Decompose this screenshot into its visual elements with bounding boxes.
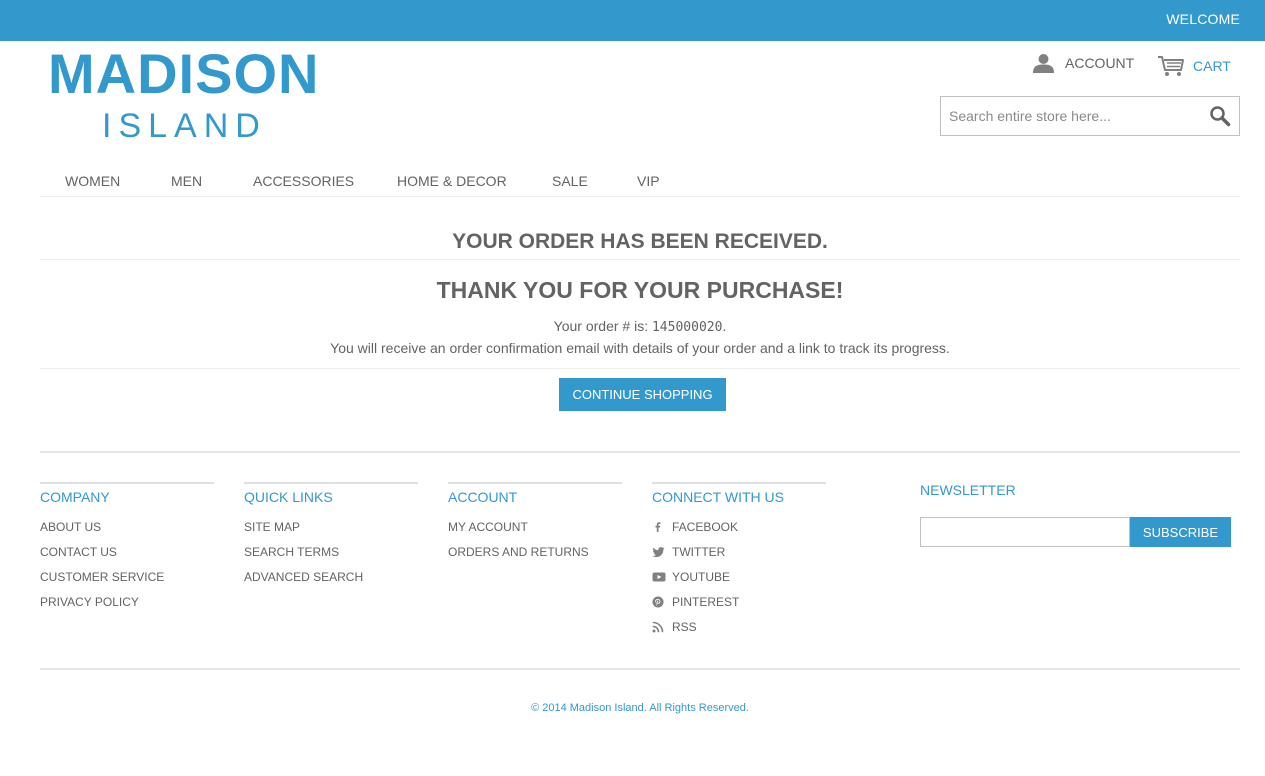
pinterest-label: PINTEREST <box>672 595 740 609</box>
facebook-icon <box>652 520 672 534</box>
footer-quick-links: QUICK LINKS SITE MAP SEARCH TERMS ADVANC… <box>244 482 418 595</box>
logo-line-1: MADISON <box>48 42 320 105</box>
welcome-message: WELCOME <box>1166 11 1240 27</box>
footer-link-pinterest[interactable]: PINTEREST <box>652 595 826 620</box>
order-number-suffix: . <box>722 318 727 334</box>
footer-link-youtube[interactable]: YOUTUBE <box>652 570 826 595</box>
rss-icon <box>652 620 672 634</box>
footer-link-privacy-policy[interactable]: PRIVACY POLICY <box>40 595 214 620</box>
top-bar: WELCOME <box>0 0 1265 41</box>
footer-link-my-account[interactable]: MY ACCOUNT <box>448 520 622 545</box>
footer-account: ACCOUNT MY ACCOUNT ORDERS AND RETURNS <box>448 482 622 570</box>
search-icon <box>1210 106 1231 127</box>
footer-link-rss[interactable]: RSS <box>652 620 826 645</box>
search-box <box>940 96 1240 136</box>
order-number-line: Your order # is: 145000020. <box>40 318 1240 335</box>
page-title: YOUR ORDER HAS BEEN RECEIVED. <box>452 230 828 253</box>
footer-divider <box>40 668 1240 670</box>
cart-icon <box>1158 56 1184 76</box>
footer-link-advanced-search[interactable]: ADVANCED SEARCH <box>244 570 418 595</box>
cart-link[interactable]: CART <box>1157 55 1231 77</box>
twitter-icon <box>652 545 672 559</box>
account-link[interactable]: ACCOUNT <box>1032 52 1134 74</box>
footer-link-twitter[interactable]: TWITTER <box>652 545 826 570</box>
newsletter-email-input[interactable] <box>920 517 1130 547</box>
rss-label: RSS <box>672 620 697 634</box>
nav-item-sale[interactable]: SALE <box>552 173 588 189</box>
order-number-label: Your order # is: <box>553 318 652 334</box>
search-input[interactable] <box>941 97 1201 135</box>
footer-divider <box>40 451 1240 453</box>
nav-item-accessories[interactable]: ACCESSORIES <box>253 173 354 189</box>
newsletter-title: NEWSLETTER <box>920 482 1016 498</box>
footer-link-contact-us[interactable]: CONTACT US <box>40 545 214 570</box>
nav-item-men[interactable]: MEN <box>171 173 202 189</box>
nav-item-home-decor[interactable]: HOME & DECOR <box>397 173 507 189</box>
footer-link-customer-service[interactable]: CUSTOMER SERVICE <box>40 570 214 595</box>
divider <box>40 368 1240 369</box>
subscribe-button[interactable]: SUBSCRIBE <box>1130 517 1231 547</box>
search-button[interactable] <box>1209 105 1231 127</box>
footer-link-site-map[interactable]: SITE MAP <box>244 520 418 545</box>
pinterest-icon <box>652 595 672 609</box>
nav-item-vip[interactable]: VIP <box>637 173 660 189</box>
thank-you-heading: THANK YOU FOR YOUR PURCHASE! <box>436 277 844 303</box>
footer-connect-title: CONNECT WITH US <box>652 489 784 505</box>
continue-shopping-button[interactable]: CONTINUE SHOPPING <box>559 378 726 411</box>
main-nav: WOMEN MEN ACCESSORIES HOME & DECOR SALE … <box>40 170 1240 197</box>
user-icon <box>1033 54 1054 73</box>
footer-quick-links-title: QUICK LINKS <box>244 489 333 505</box>
divider <box>40 259 1240 260</box>
copyright: © 2014 Madison Island. All Rights Reserv… <box>531 702 749 714</box>
footer-account-title: ACCOUNT <box>448 489 518 505</box>
footer-link-search-terms[interactable]: SEARCH TERMS <box>244 545 418 570</box>
confirmation-message: You will receive an order confirmation e… <box>330 340 950 356</box>
footer-link-orders-returns[interactable]: ORDERS AND RETURNS <box>448 545 622 570</box>
nav-item-women[interactable]: WOMEN <box>65 173 120 189</box>
footer-company: COMPANY ABOUT US CONTACT US CUSTOMER SER… <box>40 482 214 620</box>
youtube-icon <box>652 570 672 584</box>
youtube-label: YOUTUBE <box>672 570 731 584</box>
logo-line-2: ISLAND <box>102 107 267 145</box>
newsletter: NEWSLETTER SUBSCRIBE <box>920 482 1240 547</box>
twitter-label: TWITTER <box>672 545 726 559</box>
footer-connect: CONNECT WITH US FACEBOOK TWITTER YOUTUBE… <box>652 482 826 645</box>
account-label: ACCOUNT <box>1065 55 1135 71</box>
footer-company-title: COMPANY <box>40 489 110 505</box>
order-number: 145000020 <box>651 320 723 335</box>
footer-link-facebook[interactable]: FACEBOOK <box>652 520 826 545</box>
cart-label: CART <box>1193 58 1231 74</box>
logo[interactable]: MADISON ISLAND <box>48 46 328 146</box>
footer-link-about-us[interactable]: ABOUT US <box>40 520 214 545</box>
facebook-label: FACEBOOK <box>672 520 739 534</box>
